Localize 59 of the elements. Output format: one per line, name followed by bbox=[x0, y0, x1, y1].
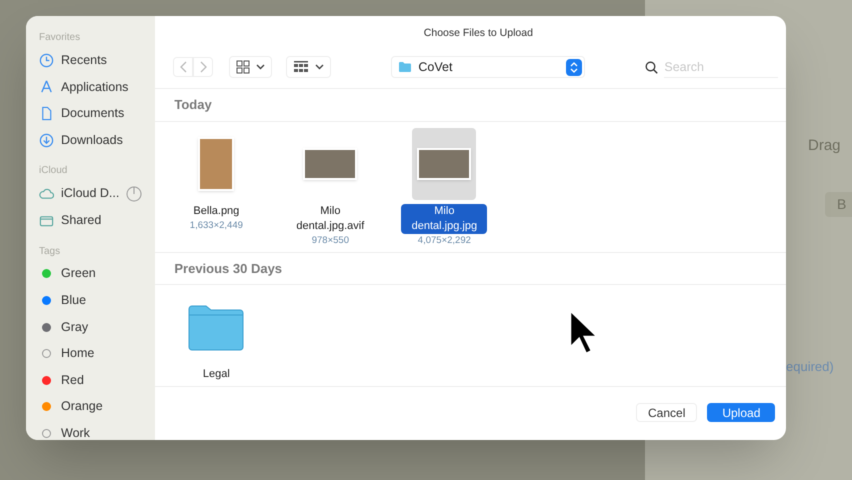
sidebar-item[interactable]: Blue bbox=[39, 287, 142, 314]
sidebar-item[interactable]: Red bbox=[39, 366, 142, 394]
sidebar-item[interactable]: Green bbox=[39, 260, 142, 288]
sidebar-item[interactable]: Applications bbox=[39, 74, 142, 100]
photo-placeholder bbox=[198, 136, 234, 190]
sidebar-heading: Favorites bbox=[39, 31, 82, 45]
dialog-title: Choose Files to Upload bbox=[422, 26, 534, 41]
sidebar-heading: Tags bbox=[39, 244, 62, 259]
file-name: Legal bbox=[202, 367, 231, 382]
sidebar-item[interactable]: Downloads bbox=[39, 126, 142, 154]
file-dimensions: 4,075×2,292 bbox=[418, 234, 471, 248]
folder-icon bbox=[187, 303, 246, 352]
group-heading: Previous 30 Days bbox=[155, 252, 786, 286]
group-heading: Today bbox=[155, 89, 786, 122]
stepper-icon bbox=[566, 58, 582, 76]
folder-icon bbox=[398, 61, 412, 73]
background-text: B bbox=[825, 192, 852, 217]
background-text: equired) bbox=[786, 358, 834, 376]
file-dimensions: 978×550 bbox=[312, 234, 349, 248]
sidebar-item[interactable]: Work bbox=[39, 420, 142, 440]
cancel-button[interactable]: Cancel bbox=[636, 403, 698, 422]
sidebar-item[interactable]: Shared bbox=[39, 206, 142, 234]
file-item[interactable]: Milo dental.jpg.avif 978×550 bbox=[287, 128, 374, 248]
tag-ring bbox=[42, 428, 51, 438]
progress-ring-icon bbox=[126, 186, 142, 202]
compass-letter-icon bbox=[39, 79, 54, 94]
location-dropdown[interactable]: CoVet bbox=[391, 56, 586, 78]
file-item[interactable]: Legal bbox=[173, 291, 260, 382]
tag-ring bbox=[42, 349, 51, 358]
download-icon bbox=[39, 132, 54, 148]
sidebar-item[interactable]: Documents bbox=[39, 100, 142, 127]
sidebar-item[interactable]: Home bbox=[39, 340, 142, 367]
photo-placeholder bbox=[303, 148, 358, 180]
file-name: Milo dental.jpg.avif bbox=[295, 204, 366, 234]
photo-placeholder bbox=[417, 148, 472, 180]
chevron-right-icon bbox=[200, 61, 207, 73]
cloud-icon bbox=[39, 186, 54, 202]
sidebar-item[interactable]: Gray bbox=[39, 314, 142, 340]
file-name: Bella.png bbox=[192, 204, 240, 218]
grid-icon bbox=[236, 60, 250, 74]
clock-icon bbox=[39, 52, 54, 68]
chevron-down-icon bbox=[315, 64, 324, 70]
upload-button[interactable]: Upload bbox=[707, 403, 776, 422]
file-item[interactable]: Bella.png 1,633×2,449 bbox=[173, 128, 260, 248]
background-text: Drag bbox=[808, 136, 841, 156]
document-icon bbox=[39, 106, 54, 121]
sidebar-item[interactable]: iCloud D... bbox=[39, 180, 142, 207]
chevron-left-icon bbox=[180, 61, 187, 73]
chevron-down-icon bbox=[256, 64, 266, 70]
search-icon bbox=[645, 60, 658, 74]
file-name: Milo dental.jpg.jpg bbox=[401, 204, 488, 234]
icon-view-button[interactable] bbox=[229, 56, 272, 78]
file-dimensions: 1,633×2,449 bbox=[190, 218, 243, 232]
group-view-button[interactable] bbox=[286, 56, 332, 78]
sidebar-heading: iCloud bbox=[39, 164, 68, 178]
sidebar-item[interactable]: Recents bbox=[39, 47, 142, 74]
file-item[interactable]: Milo dental.jpg.jpg 4,075×2,292 bbox=[401, 128, 488, 248]
grouped-grid-icon bbox=[293, 60, 310, 74]
sidebar-item[interactable]: Orange bbox=[39, 394, 142, 420]
